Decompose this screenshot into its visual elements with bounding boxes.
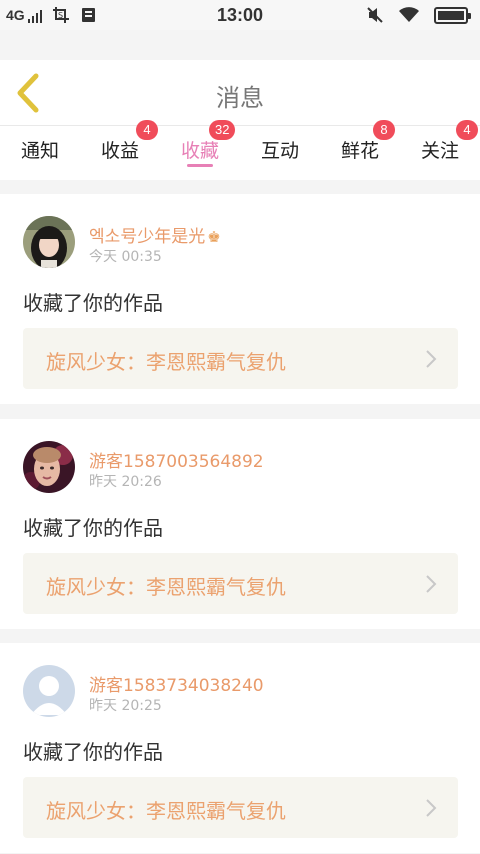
message-item: 游客1583734038240 昨天 20:25 收藏了你的作品 旋风少女：李恩… [0, 643, 480, 853]
username[interactable]: 游客1587003564892 [89, 447, 264, 472]
work-link[interactable]: 旋风少女：李恩熙霸气复仇 [23, 328, 458, 389]
work-title: 旋风少女：李恩熙霸气复仇 [46, 575, 286, 599]
message-time: 昨天 20:26 [89, 474, 162, 490]
username[interactable]: 游客1583734038240 [89, 671, 264, 696]
tab-flowers[interactable]: 鲜花 8 [320, 120, 400, 180]
tab-badge: 4 [136, 120, 158, 140]
tab-label: 互动 [260, 140, 299, 162]
message-action: 收藏了你的作品 [23, 740, 163, 764]
work-title: 旋风少女：李恩熙霸气复仇 [46, 799, 286, 823]
chevron-right-icon [426, 350, 437, 368]
page-title: 消息 [216, 84, 264, 112]
work-link[interactable]: 旋风少女：李恩熙霸气复仇 [23, 553, 458, 614]
tab-bar: 通知 收益 4 收藏 32 互动 鲜花 8 关注 4 [0, 120, 480, 180]
status-bar: 4G S 13:00 [0, 0, 480, 30]
tab-label: 通知 [20, 140, 59, 162]
message-time: 昨天 20:25 [89, 698, 162, 714]
username[interactable]: 엑소号少年是光 ♚ [89, 222, 221, 247]
user-avatar[interactable] [23, 665, 75, 717]
tab-interactions[interactable]: 互动 [240, 126, 320, 180]
status-bar-right [366, 6, 471, 24]
user-avatar[interactable] [23, 441, 75, 493]
tab-badge: 4 [456, 120, 478, 140]
app-header: 消息 [0, 60, 480, 126]
tab-label: 鲜花 [340, 140, 379, 162]
message-action: 收藏了你的作品 [23, 291, 163, 315]
message-action: 收藏了你的作品 [23, 516, 163, 540]
user-avatar[interactable] [23, 216, 75, 268]
default-avatar-icon [23, 665, 75, 717]
girl-avatar-icon [23, 216, 75, 268]
message-item: 游客1587003564892 昨天 20:26 收藏了你的作品 旋风少女：李恩… [0, 419, 480, 629]
work-title: 旋风少女：李恩熙霸气复仇 [46, 350, 286, 374]
tab-label: 关注 [420, 140, 459, 162]
tab-follows[interactable]: 关注 4 [400, 120, 480, 180]
work-link[interactable]: 旋风少女：李恩熙霸气复仇 [23, 777, 458, 838]
woman-avatar-icon [23, 441, 75, 493]
tab-label: 收益 [100, 140, 139, 162]
crown-icon: ♚ [207, 228, 221, 246]
tab-badge: 32 [209, 120, 236, 140]
tab-badge: 8 [373, 120, 395, 140]
tab-earnings[interactable]: 收益 4 [80, 120, 160, 180]
silent-icon [367, 7, 383, 23]
chevron-right-icon [426, 575, 437, 593]
tab-notifications[interactable]: 通知 [0, 126, 80, 180]
message-time: 今天 00:35 [89, 249, 162, 265]
wifi-icon [399, 7, 419, 22]
message-item: 엑소号少年是光 ♚ 今天 00:35 收藏了你的作品 旋风少女：李恩熙霸气复仇 [0, 194, 480, 404]
tab-favorites[interactable]: 收藏 32 [160, 120, 240, 180]
chevron-right-icon [426, 799, 437, 817]
battery-icon [434, 6, 471, 24]
tab-label: 收藏 [180, 140, 219, 162]
username-text: 엑소号少年是光 [89, 227, 206, 247]
